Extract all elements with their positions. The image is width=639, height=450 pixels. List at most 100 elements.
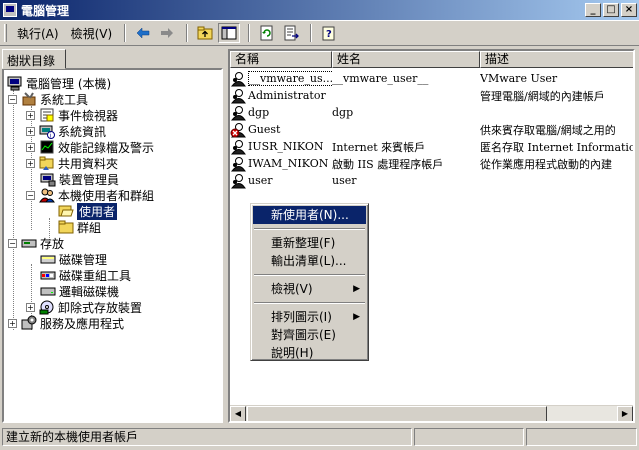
tab-tree[interactable]: 樹狀目錄 [2, 49, 66, 69]
export-list-button[interactable] [280, 23, 302, 43]
minimize-button[interactable]: _ [585, 3, 601, 17]
scroll-left-button[interactable]: ◀ [230, 406, 246, 421]
list-row-guest[interactable]: Guest 供來賓存取電腦/網域之用的 [230, 121, 633, 138]
menu-action[interactable]: 執行(A) [11, 23, 65, 44]
submenu-arrow-icon: ▶ [353, 312, 360, 322]
tree-node-system-info[interactable]: + i 系統資訊 [26, 123, 106, 139]
svg-text:?: ? [326, 29, 332, 40]
collapse-icon[interactable]: − [8, 94, 17, 104]
device-manager-icon [40, 173, 56, 187]
defrag-icon [40, 271, 56, 280]
expand-icon[interactable]: + [26, 126, 35, 136]
tree-node-storage[interactable]: − 存放 [8, 235, 64, 251]
tools-icon [22, 92, 36, 106]
tree-node-event-viewer[interactable]: + 事件檢視器 [26, 107, 118, 123]
shared-folder-icon [39, 156, 54, 170]
folder-icon [58, 220, 74, 234]
user-icon [230, 105, 246, 120]
tree-node-logical-drives[interactable]: 邏輯磁碟機 [40, 283, 119, 299]
status-panel-3 [526, 428, 637, 446]
export-list-icon [284, 25, 300, 41]
maximize-button[interactable]: □ [603, 3, 619, 17]
tree-node-device-manager[interactable]: 裝置管理員 [40, 171, 119, 187]
tree-node-removable-storage[interactable]: + 卸除式存放裝置 [26, 299, 142, 315]
forward-button[interactable] [156, 23, 178, 43]
window-title: 電腦管理 [21, 3, 70, 18]
services-icon [21, 315, 37, 330]
menu-item-line-up-icons[interactable]: 對齊圖示(E) [253, 326, 366, 344]
tree-node-shared-folders[interactable]: + 共用資料夾 [26, 155, 118, 171]
scroll-right-button[interactable]: ▶ [617, 406, 633, 421]
horizontal-scrollbar[interactable]: ◀ ▶ [230, 405, 633, 421]
show-hide-tree-button[interactable] [218, 23, 241, 43]
refresh-button[interactable] [256, 23, 278, 43]
list-row-dgp[interactable]: dgp dgp [230, 104, 633, 121]
tree-node-local-users-groups[interactable]: − 本機使用者和群組 [26, 187, 154, 203]
user-icon [230, 71, 246, 86]
menu-item-arrange-icons[interactable]: 排列圖示(I) ▶ [253, 308, 366, 326]
user-icon [230, 139, 246, 154]
tree-pane: 樹狀目錄 電腦管理 (本機) − 系統工具 + 事件檢視器 + i 系統資訊 + [2, 49, 223, 423]
user-icon [230, 156, 246, 171]
expand-icon[interactable]: + [26, 158, 35, 168]
collapse-icon[interactable]: − [26, 190, 35, 200]
tree-node-groups[interactable]: 群組 [58, 219, 101, 235]
removable-storage-icon [39, 300, 54, 315]
help-button[interactable]: ? [318, 23, 340, 43]
collapse-icon[interactable]: − [8, 238, 17, 248]
refresh-icon [260, 25, 273, 41]
status-text: 建立新的本機使用者帳戶 [2, 428, 412, 446]
column-header-description[interactable]: 描述 [480, 51, 633, 68]
list-header: 名稱 姓名 描述 [230, 51, 633, 68]
list-row-iusr-nikon[interactable]: IUSR_NIKON Internet 來賓帳戶 匿名存取 Internet I… [230, 138, 633, 155]
toolbar: 執行(A) 檢視(V) ? [0, 20, 639, 46]
menu-item-help[interactable]: 說明(H) [253, 344, 366, 362]
expand-icon[interactable]: + [26, 302, 35, 312]
tree-node-disk-management[interactable]: 磁碟管理 [40, 251, 107, 267]
menu-item-view[interactable]: 檢視(V) ▶ [253, 280, 366, 298]
scroll-thumb[interactable] [247, 406, 547, 421]
console-tree[interactable]: 電腦管理 (本機) − 系統工具 + 事件檢視器 + i 系統資訊 + 效能記錄… [2, 68, 223, 423]
tree-node-computer-management[interactable]: 電腦管理 (本機) [7, 75, 111, 91]
drive-icon [40, 287, 56, 296]
menu-item-new-user[interactable]: 新使用者(N)... [253, 206, 366, 224]
forward-arrow-icon [161, 28, 174, 38]
computer-icon [7, 76, 22, 91]
tree-node-users[interactable]: 使用者 [58, 202, 118, 220]
console-tree-icon [221, 26, 237, 40]
storage-icon [21, 239, 37, 248]
tree-node-performance-logs[interactable]: + 效能記錄檔及警示 [26, 139, 154, 155]
expand-icon[interactable]: + [26, 142, 35, 152]
tree-node-system-tools[interactable]: − 系統工具 [8, 91, 88, 107]
submenu-arrow-icon: ▶ [353, 284, 360, 294]
back-button[interactable] [132, 23, 154, 43]
title-bar: 電腦管理 _ □ × [0, 0, 639, 20]
status-panel-2 [414, 428, 524, 446]
menu-view[interactable]: 檢視(V) [65, 23, 119, 44]
expand-icon[interactable]: + [8, 318, 17, 328]
status-bar: 建立新的本機使用者帳戶 [0, 426, 639, 448]
tree-node-services-apps[interactable]: + 服務及應用程式 [8, 315, 124, 331]
disabled-user-icon [230, 122, 246, 137]
list-row-administrator[interactable]: Administrator 管理電腦/網域的內建帳戶 [230, 87, 633, 104]
user-icon [230, 173, 246, 188]
users-groups-icon [39, 188, 55, 203]
up-one-level-button[interactable] [194, 23, 216, 43]
user-icon [230, 88, 246, 103]
list-row-iwam-nikon[interactable]: IWAM_NIKON 啟動 IIS 處理程序帳戶 從作業應用程式啟動的內建 [230, 155, 633, 172]
expand-icon[interactable]: + [26, 110, 35, 120]
disk-management-icon [40, 255, 56, 264]
tree-node-defragmenter[interactable]: 磁碟重組工具 [40, 267, 131, 283]
list-row-vmware-user[interactable]: __vmware_us... __vmware_user__ VMware Us… [230, 70, 633, 87]
column-header-name[interactable]: 名稱 [230, 51, 332, 68]
help-icon: ? [322, 26, 335, 41]
performance-icon [40, 140, 54, 154]
column-header-fullname[interactable]: 姓名 [332, 51, 480, 68]
context-menu: 新使用者(N)... 重新整理(F) 輸出清單(L)... 檢視(V) ▶ 排列圖… [250, 203, 369, 361]
computer-management-icon [3, 3, 17, 17]
system-info-icon: i [39, 125, 55, 139]
close-button[interactable]: × [621, 3, 637, 17]
list-row-user[interactable]: user user [230, 172, 633, 189]
menu-item-export-list[interactable]: 輸出清單(L)... [253, 252, 366, 270]
menu-item-refresh[interactable]: 重新整理(F) [253, 234, 366, 252]
